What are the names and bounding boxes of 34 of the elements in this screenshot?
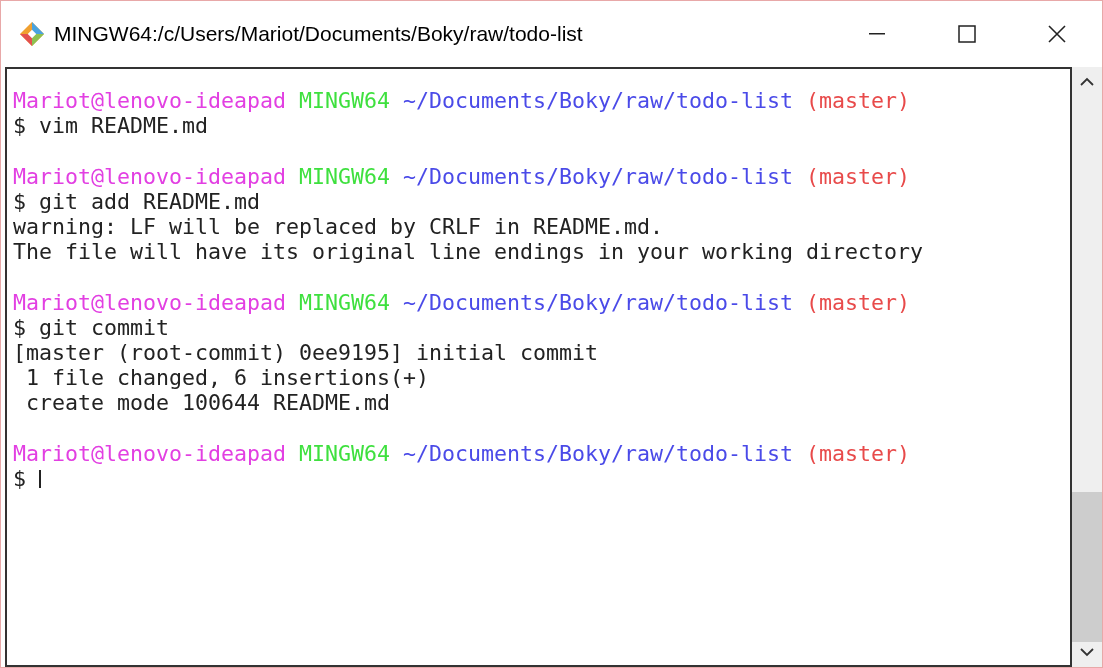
prompt-user-host: Mariot@lenovo-ideapad [13, 88, 286, 114]
prompt-branch: (master) [806, 163, 911, 189]
prompt-user-host: Mariot@lenovo-ideapad [13, 289, 286, 315]
command-line: $ git commit [13, 314, 169, 340]
prompt-shell-name: MINGW64 [299, 88, 391, 114]
prompt-user-host: Mariot@lenovo-ideapad [13, 440, 286, 466]
scrollbar[interactable] [1072, 67, 1102, 667]
output-line: 1 file changed, 6 insertions(+) [25, 365, 430, 391]
prompt-path: ~/Documents/Boky/raw/todo-list [403, 163, 794, 189]
scroll-thumb[interactable] [1072, 492, 1102, 642]
output-line: [master (root-commit) 0ee9195] initial commit [13, 339, 599, 366]
prompt-shell-name: MINGW64 [299, 163, 391, 189]
maximize-icon [958, 25, 976, 43]
window-title: MINGW64:/c/Users/Mariot/Documents/Boky/raw/todo-list [54, 21, 583, 48]
output-line: The file will have its original line endings in your working directory [13, 239, 924, 265]
minimize-icon [869, 33, 885, 35]
prompt-path: ~/Documents/Boky/raw/todo-list [403, 440, 794, 466]
command-line: $ git add README.md [13, 188, 260, 214]
prompt-branch: (master) [806, 289, 911, 315]
app-logo-icon [18, 20, 46, 48]
prompt-user-host: Mariot@lenovo-ideapad [13, 163, 286, 189]
prompt-branch: (master) [806, 440, 911, 466]
prompt-shell-name: MINGW64 [299, 289, 391, 315]
output-line: warning: LF will be replaced by CRLF in README.md. [13, 213, 664, 240]
prompt-path: ~/Documents/Boky/raw/todo-list [403, 289, 794, 315]
prompt-path: ~/Documents/Boky/raw/todo-list [403, 88, 794, 114]
command-line: $ [13, 465, 26, 491]
command-line: $ vim README.md [13, 113, 208, 139]
prompt-branch: (master) [806, 88, 911, 114]
prompt-shell-name: MINGW64 [299, 440, 391, 466]
output-line: create mode 100644 README.md [25, 390, 390, 416]
scroll-down-icon[interactable] [1080, 648, 1094, 657]
close-icon [1048, 25, 1066, 43]
scroll-up-icon[interactable] [1080, 77, 1094, 86]
